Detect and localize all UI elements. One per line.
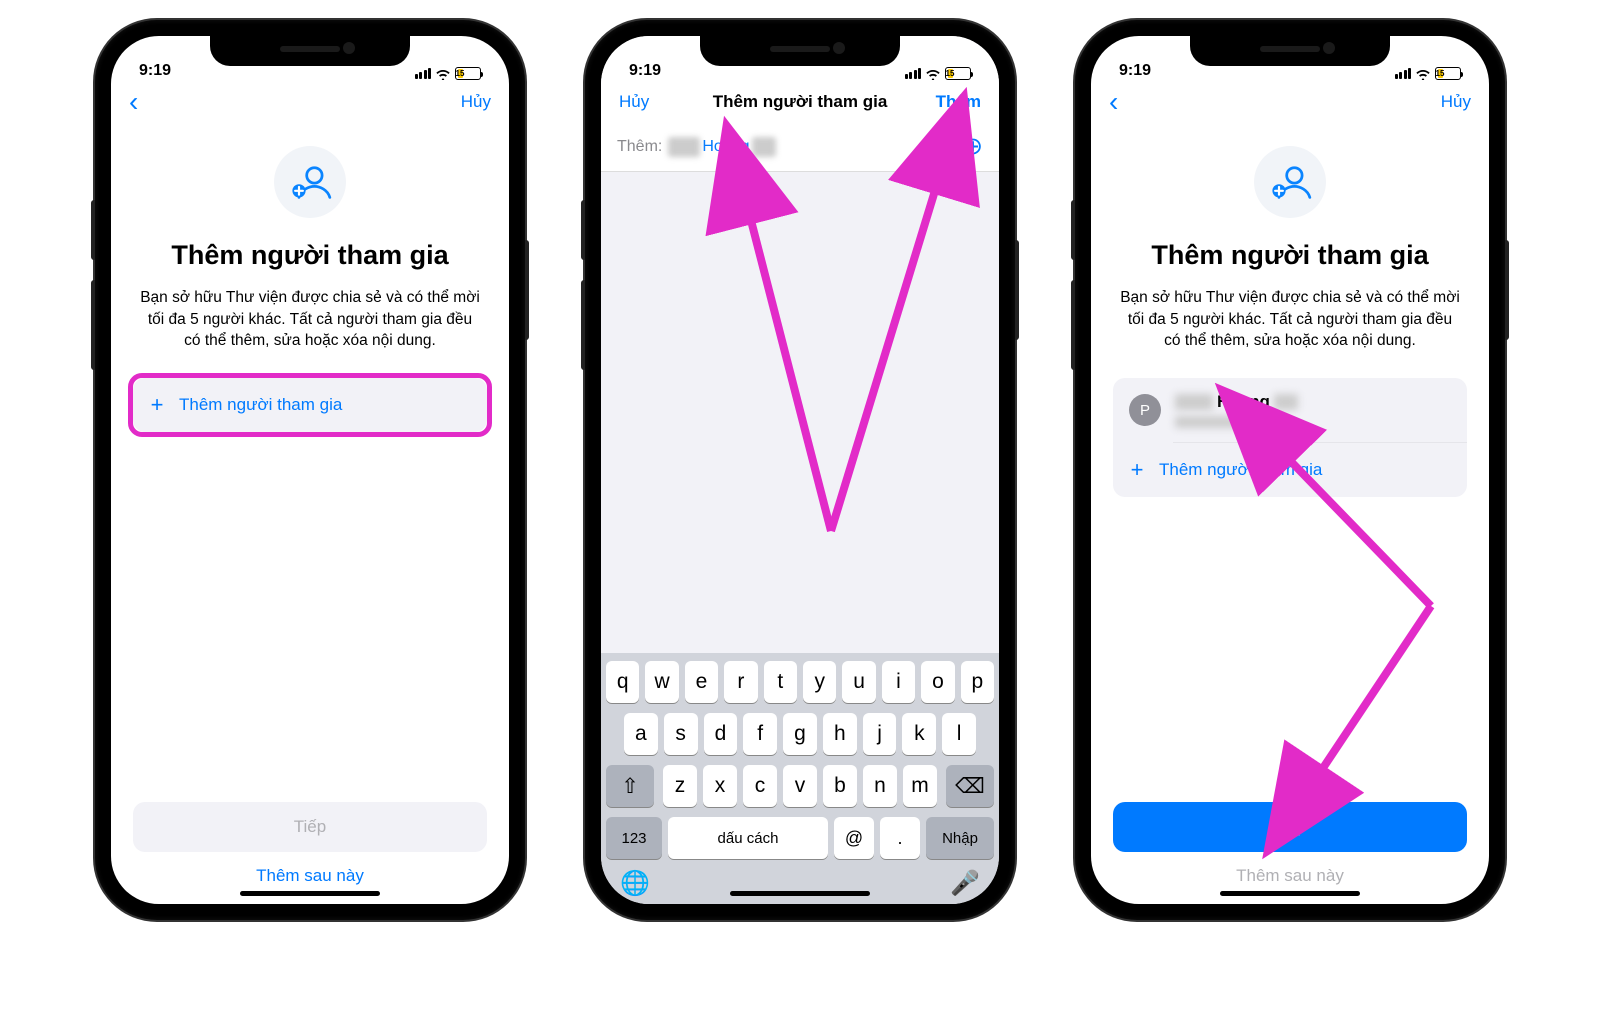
wifi-icon: [1415, 68, 1431, 80]
signal-icon: [905, 68, 922, 79]
annotation-highlight: + Thêm người tham gia: [128, 373, 492, 437]
home-indicator[interactable]: [240, 891, 380, 896]
add-person-hero-icon: [1254, 146, 1326, 218]
page-desc: Bạn sở hữu Thư viện được chia sẻ và có t…: [133, 287, 487, 352]
add-participant-label: Thêm người tham gia: [1159, 460, 1322, 480]
key-w[interactable]: w: [645, 661, 678, 703]
key-v[interactable]: v: [783, 765, 817, 807]
recipient-label: Thêm:: [617, 138, 662, 156]
home-indicator[interactable]: [1220, 891, 1360, 896]
globe-key[interactable]: 🌐: [620, 869, 650, 898]
battery-icon: 15: [945, 67, 971, 80]
back-button[interactable]: ‹: [1109, 94, 1118, 111]
participant-name: Hoang: [1217, 392, 1270, 412]
key-u[interactable]: u: [842, 661, 875, 703]
status-time: 9:19: [1119, 62, 1151, 80]
redacted-text: [668, 137, 700, 157]
phone-1: 9:19 15 ‹ Hủy Thêm người tham gia Bạn sở…: [95, 20, 525, 920]
keyboard[interactable]: qwertyuiop asdfghjkl ⇧ zxcvbnm ⌫ 123 dấu…: [601, 653, 999, 904]
key-k[interactable]: k: [902, 713, 936, 755]
add-button[interactable]: Thêm: [936, 92, 981, 112]
recipient-field[interactable]: Thêm: Hoang ⊕: [601, 122, 999, 172]
home-indicator[interactable]: [730, 891, 870, 896]
at-key[interactable]: @: [834, 817, 874, 859]
key-x[interactable]: x: [703, 765, 737, 807]
numbers-key[interactable]: 123: [606, 817, 662, 859]
plus-icon: +: [1129, 457, 1145, 483]
participant-row[interactable]: P Hoang: [1113, 378, 1467, 442]
avatar: P: [1129, 394, 1161, 426]
redacted-text: [1175, 394, 1213, 410]
key-p[interactable]: p: [961, 661, 994, 703]
shift-key[interactable]: ⇧: [606, 765, 654, 807]
backspace-key[interactable]: ⌫: [946, 765, 994, 807]
plus-icon: +: [149, 392, 165, 418]
key-e[interactable]: e: [685, 661, 718, 703]
redacted-text: [1274, 394, 1298, 410]
page-title: Thêm người tham gia: [133, 240, 487, 271]
key-m[interactable]: m: [903, 765, 937, 807]
signal-icon: [415, 68, 432, 79]
key-g[interactable]: g: [783, 713, 817, 755]
signal-icon: [1395, 68, 1412, 79]
wifi-icon: [925, 68, 941, 80]
key-h[interactable]: h: [823, 713, 857, 755]
page-desc: Bạn sở hữu Thư viện được chia sẻ và có t…: [1113, 287, 1467, 352]
key-z[interactable]: z: [663, 765, 697, 807]
add-contact-icon[interactable]: ⊕: [963, 132, 983, 161]
key-l[interactable]: l: [942, 713, 976, 755]
cancel-button[interactable]: Hủy: [619, 92, 649, 112]
phone-3: 9:19 15 ‹ Hủy Thêm người tham gia Bạn sở…: [1075, 20, 1505, 920]
key-s[interactable]: s: [664, 713, 698, 755]
key-b[interactable]: b: [823, 765, 857, 807]
status-time: 9:19: [139, 62, 171, 80]
key-f[interactable]: f: [743, 713, 777, 755]
cancel-button[interactable]: Hủy: [1441, 92, 1471, 112]
key-y[interactable]: y: [803, 661, 836, 703]
nav-title: Thêm người tham gia: [713, 92, 888, 112]
recipient-name: Hoang: [702, 138, 749, 156]
nav-bar: Hủy Thêm người tham gia Thêm: [601, 82, 999, 122]
battery-icon: 15: [1435, 67, 1461, 80]
battery-icon: 15: [455, 67, 481, 80]
nav-bar: ‹ Hủy: [111, 82, 509, 122]
key-c[interactable]: c: [743, 765, 777, 807]
key-q[interactable]: q: [606, 661, 639, 703]
dot-key[interactable]: .: [880, 817, 920, 859]
add-person-hero-icon: [274, 146, 346, 218]
key-r[interactable]: r: [724, 661, 757, 703]
back-button[interactable]: ‹: [129, 94, 138, 111]
mic-key[interactable]: 🎤: [950, 869, 980, 898]
redacted-text: [752, 137, 776, 157]
space-key[interactable]: dấu cách: [668, 817, 828, 859]
key-j[interactable]: j: [863, 713, 897, 755]
wifi-icon: [435, 68, 451, 80]
later-button[interactable]: Thêm sau này: [133, 866, 487, 886]
add-participant-row[interactable]: + Thêm người tham gia: [133, 378, 487, 432]
phone-2: 9:19 15 Hủy Thêm người tham gia Thêm Thê…: [585, 20, 1015, 920]
nav-bar: ‹ Hủy: [1091, 82, 1489, 122]
redacted-text: [1175, 416, 1245, 428]
add-participant-label: Thêm người tham gia: [179, 395, 342, 415]
return-key[interactable]: Nhập: [926, 817, 994, 859]
next-button[interactable]: Tiếp: [1113, 802, 1467, 852]
cancel-button[interactable]: Hủy: [461, 92, 491, 112]
key-t[interactable]: t: [764, 661, 797, 703]
status-time: 9:19: [629, 62, 661, 80]
key-d[interactable]: d: [704, 713, 738, 755]
next-button: Tiếp: [133, 802, 487, 852]
key-n[interactable]: n: [863, 765, 897, 807]
key-a[interactable]: a: [624, 713, 658, 755]
add-participant-row[interactable]: + Thêm người tham gia: [1113, 443, 1467, 497]
page-title: Thêm người tham gia: [1113, 240, 1467, 271]
later-button: Thêm sau này: [1113, 866, 1467, 886]
key-i[interactable]: i: [882, 661, 915, 703]
key-o[interactable]: o: [921, 661, 954, 703]
